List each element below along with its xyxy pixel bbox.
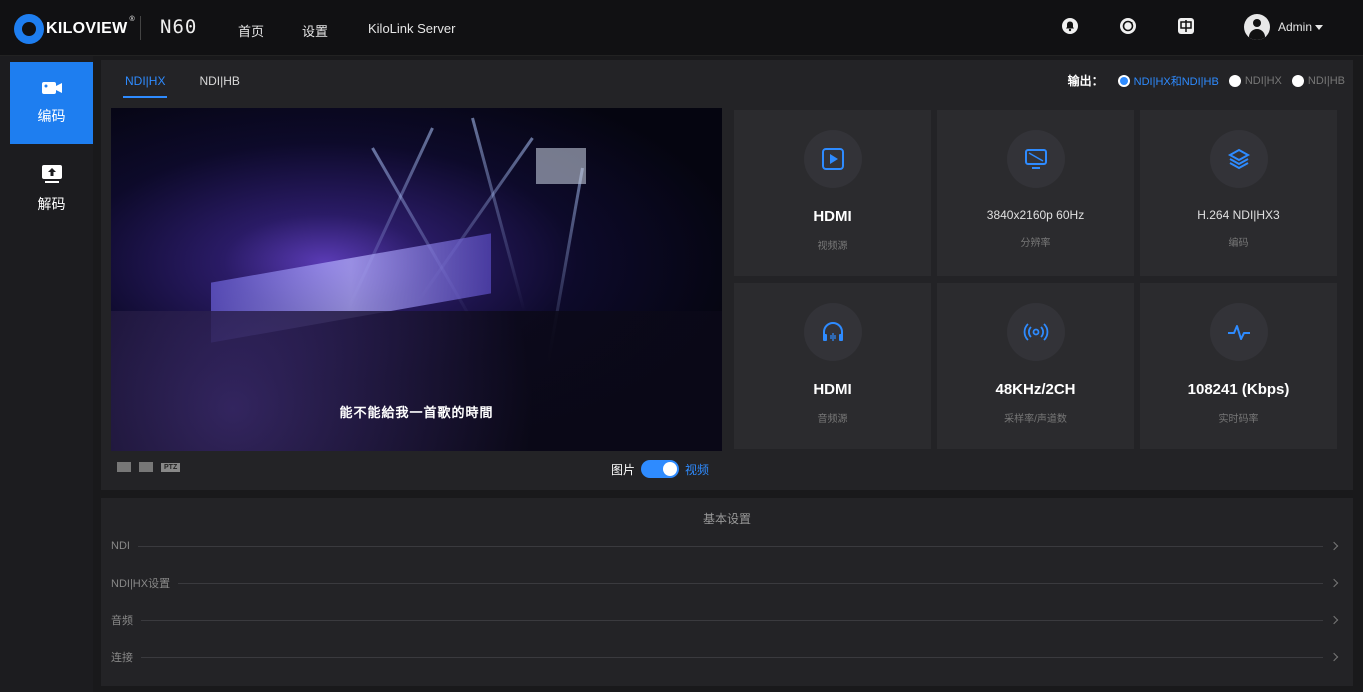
sidebar: 编码 解码 <box>0 56 93 692</box>
output-label: 输出： <box>1067 74 1104 88</box>
registered-mark-icon: ® <box>129 16 135 23</box>
tile-value: HDMI <box>813 381 852 398</box>
camera-icon <box>41 82 62 94</box>
output-selector: 输出： NDI|HX和NDI|HB NDI|HX NDI|HB <box>1068 72 1345 89</box>
tile-label: 采样率/声道数 <box>1004 414 1067 425</box>
settings-row-ndi-hx[interactable]: NDI|HX设置 <box>111 573 1339 593</box>
settings-row-label: 连接 <box>111 652 133 664</box>
output-option-label[interactable]: NDI|HX和NDI|HB <box>1134 73 1219 89</box>
tile-value: 48KHz/2CH <box>995 381 1076 398</box>
audio-source-tile: HDMI 音频源 <box>734 283 931 449</box>
refresh-icon[interactable] <box>1118 16 1138 36</box>
nav-home[interactable]: 首页 <box>238 21 264 40</box>
sidebar-item-label: 编码 <box>37 108 66 124</box>
user-menu[interactable]: Admin <box>1244 14 1324 40</box>
notification-icon[interactable] <box>1060 16 1080 36</box>
codec-tile: H.264 NDI|HX3 编码 <box>1140 110 1337 276</box>
video-preview[interactable]: 能不能給我一首歌的時間 <box>111 108 722 451</box>
chevron-right-icon <box>1329 541 1339 551</box>
resolution-tile: 3840x2160p 60Hz 分辨率 <box>937 110 1134 276</box>
ptz-button[interactable]: PTZ <box>161 462 181 472</box>
logo-icon <box>14 14 44 44</box>
tile-label: 音频源 <box>817 414 848 425</box>
display-icon <box>1006 130 1065 188</box>
stream-tabs: NDI|HX NDI|HB <box>122 74 274 98</box>
brand-name: KILOVIEW <box>46 20 128 37</box>
divider <box>137 545 1323 547</box>
video-subtitle: 能不能給我一首歌的時間 <box>339 405 494 420</box>
divider <box>141 656 1323 658</box>
sample-rate-tile: 48KHz/2CH 采样率/声道数 <box>937 283 1134 449</box>
video-mode-label: 视频 <box>685 462 710 477</box>
language-icon[interactable] <box>1176 16 1196 36</box>
output-option-label[interactable]: NDI|HB <box>1308 75 1345 87</box>
settings-title: 基本设置 <box>702 512 751 526</box>
nav-kilolink-server[interactable]: KiloLink Server <box>368 21 455 36</box>
chevron-right-icon <box>1329 652 1339 662</box>
basic-settings-panel: 基本设置 NDI NDI|HX设置 音频 连接 <box>101 498 1353 686</box>
tile-value: 108241 (Kbps) <box>1187 381 1290 398</box>
fit-screen-icon[interactable] <box>117 462 131 472</box>
tile-label: 分辨率 <box>1020 238 1051 249</box>
broadcast-icon <box>1006 303 1065 361</box>
preview-toolbar: PTZ <box>117 462 181 472</box>
bitrate-tile: 108241 (Kbps) 实时码率 <box>1140 283 1337 449</box>
chevron-right-icon <box>1329 615 1339 625</box>
settings-row-ndi[interactable]: NDI <box>111 536 1339 556</box>
encode-panel: NDI|HX NDI|HB 输出： NDI|HX和NDI|HB NDI|HX N… <box>101 60 1353 490</box>
device-model: N60 <box>160 16 198 38</box>
nav-settings[interactable]: 设置 <box>302 21 328 40</box>
user-name: Admin <box>1278 20 1313 34</box>
output-option-label[interactable]: NDI|HX <box>1245 75 1282 87</box>
settings-row-label: NDI|HX设置 <box>111 578 171 590</box>
tab-ndi-hx[interactable]: NDI|HX <box>122 74 168 98</box>
top-bar: KILOVIEW ® N60 首页 设置 KiloLink Server Admi… <box>0 0 1363 56</box>
preview-mode-switch: 图片 视频 <box>611 460 709 478</box>
fullscreen-icon[interactable] <box>139 462 153 472</box>
image-mode-label: 图片 <box>611 462 636 477</box>
tile-label: 编码 <box>1228 238 1249 249</box>
tile-label: 实时码率 <box>1218 414 1259 425</box>
headphones-icon <box>803 303 862 361</box>
output-radio-hx[interactable] <box>1228 74 1241 87</box>
output-radio-hb[interactable] <box>1291 74 1304 87</box>
tile-value: HDMI <box>813 208 852 225</box>
tab-ndi-hb[interactable]: NDI|HB <box>199 74 239 98</box>
settings-row-audio[interactable]: 音频 <box>111 610 1339 630</box>
preview-mode-toggle[interactable] <box>641 460 680 478</box>
tile-value: 3840x2160p 60Hz <box>986 208 1085 222</box>
header-divider <box>140 16 141 40</box>
tile-label: 视频源 <box>817 241 848 252</box>
monitor-upload-icon <box>41 165 62 183</box>
chevron-down-icon <box>1315 24 1324 30</box>
output-radio-both[interactable] <box>1117 74 1130 87</box>
avatar-icon <box>1244 14 1270 40</box>
settings-row-label: NDI <box>111 540 130 552</box>
video-source-tile: HDMI 视频源 <box>734 110 931 276</box>
pulse-icon <box>1209 303 1268 361</box>
settings-row-connection[interactable]: 连接 <box>111 647 1339 667</box>
sidebar-item-label: 解码 <box>37 196 66 212</box>
sidebar-item-decode[interactable]: 解码 <box>10 148 93 230</box>
brand-logo[interactable]: KILOVIEW ® <box>14 14 135 44</box>
layers-icon <box>1209 130 1268 188</box>
sidebar-item-encode[interactable]: 编码 <box>10 62 93 144</box>
chevron-right-icon <box>1329 578 1339 588</box>
video-file-icon <box>803 130 862 188</box>
settings-row-label: 音频 <box>111 615 133 627</box>
tile-value: H.264 NDI|HX3 <box>1197 208 1280 222</box>
divider <box>141 619 1323 621</box>
divider <box>178 582 1323 584</box>
